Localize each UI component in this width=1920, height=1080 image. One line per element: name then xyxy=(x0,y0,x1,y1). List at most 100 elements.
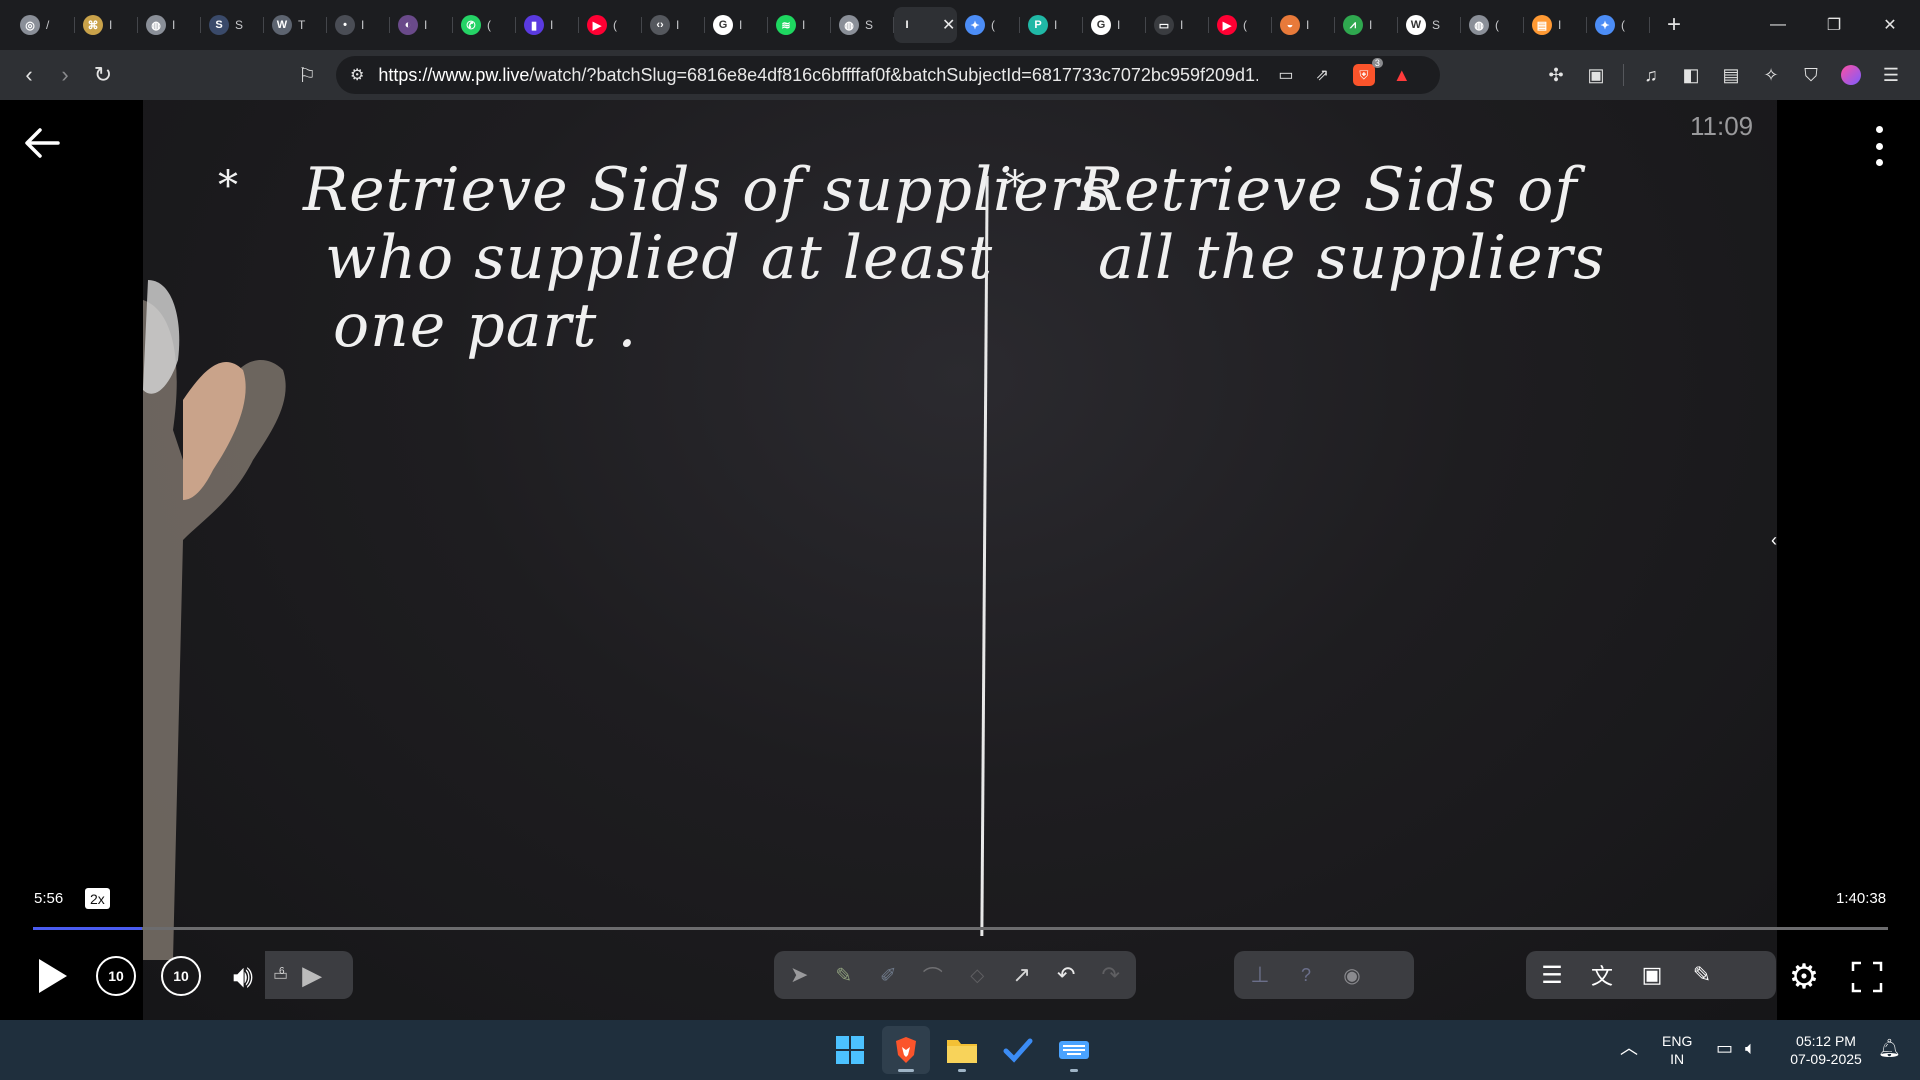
pen-tool-icon[interactable]: ✎ xyxy=(831,961,858,989)
media-controls-icon[interactable]: ♫ xyxy=(1632,56,1670,94)
close-window-button[interactable]: ✕ xyxy=(1862,0,1918,50)
browser-tab-title: I xyxy=(550,18,554,32)
browser-tab[interactable]: ⩘ I xyxy=(1335,7,1398,43)
browser-tab[interactable]: ✆( xyxy=(453,7,516,43)
browser-tab[interactable]: ◍( xyxy=(1461,7,1524,43)
reader-mode-icon[interactable]: ▣ xyxy=(1577,56,1615,94)
redo-icon[interactable]: ↷ xyxy=(1098,961,1125,989)
doubt-icon[interactable]: ? xyxy=(1292,961,1320,989)
forward-button[interactable]: › xyxy=(46,56,84,94)
pointer-tool-icon[interactable]: ➤ xyxy=(786,961,813,989)
shape-tool-icon[interactable]: ⌒ xyxy=(920,961,947,989)
browser-tab[interactable]: ◍ S xyxy=(831,7,894,43)
slide-controls: ▭ 6 ▶ xyxy=(265,951,353,999)
whatsapp-icon: ✆ xyxy=(461,15,481,35)
browser-tab[interactable]: • I xyxy=(327,7,390,43)
bookmark-icon[interactable]: ⚐ xyxy=(288,56,326,94)
undo-icon[interactable]: ↶ xyxy=(1053,961,1080,989)
speaker-icon[interactable]: 🔈︎ xyxy=(1745,1039,1756,1057)
fullscreen-icon[interactable] xyxy=(1851,961,1883,993)
browser-tab[interactable]: ✦( xyxy=(1587,7,1650,43)
video-player[interactable]: * Retrieve Sids of suppliers who supplie… xyxy=(0,100,1920,1020)
notifications-bell-icon[interactable]: 🔔︎ xyxy=(1878,1039,1901,1057)
browser-tab[interactable]: SS xyxy=(201,7,264,43)
file-explorer-icon[interactable] xyxy=(938,1026,986,1074)
browser-tab[interactable]: ▶( xyxy=(579,7,642,43)
browser-tab[interactable]: ≋ I xyxy=(768,7,831,43)
browser-tab-title: ( xyxy=(1495,18,1499,32)
browser-tab[interactable]: WT xyxy=(264,7,327,43)
volume-icon[interactable]: 🔊︎ xyxy=(221,955,265,999)
browser-tab[interactable]: ▤ I xyxy=(1524,7,1587,43)
tray-overflow-icon[interactable]: ︿ xyxy=(1620,1039,1638,1057)
sidebar-icon[interactable]: ◧ xyxy=(1672,56,1710,94)
poll-icon[interactable]: ⊥ xyxy=(1246,961,1274,989)
play-icon[interactable] xyxy=(36,956,70,996)
network-icon[interactable]: ▭ xyxy=(1716,1039,1733,1057)
brave-rewards-icon[interactable]: ▲ xyxy=(1393,65,1411,86)
skip-back-10-button[interactable]: 10 xyxy=(96,956,136,996)
browser-tab[interactable]: I ✕ xyxy=(894,7,957,43)
browser-tab[interactable]: GI xyxy=(1083,7,1146,43)
sql-icon: S xyxy=(209,15,229,35)
browser-tab[interactable]: ‹› I xyxy=(642,7,705,43)
brave-shield-icon[interactable]: ⛨ 3 xyxy=(1352,58,1383,86)
new-tab-button[interactable]: + xyxy=(1654,7,1694,43)
side-collapse-handle[interactable]: ‹ xyxy=(1771,530,1777,551)
browser-tab[interactable]: ⌘ I xyxy=(75,7,138,43)
translate-icon[interactable]: 文 xyxy=(1588,961,1616,989)
extensions-icon[interactable]: ✣ xyxy=(1537,56,1575,94)
more-options-icon[interactable] xyxy=(1866,126,1892,166)
globe-icon: ◍ xyxy=(839,15,859,35)
restore-button[interactable]: ❐ xyxy=(1806,0,1862,50)
share-icon[interactable]: ⇗ xyxy=(1315,65,1328,85)
clock[interactable]: 05:12 PM 07-09-2025 xyxy=(1786,1032,1866,1068)
wallet-icon[interactable]: ▤ xyxy=(1712,56,1750,94)
browser-tab-title: I xyxy=(802,18,806,32)
browser-tab[interactable]: ◒ I xyxy=(1272,7,1335,43)
browser-tab[interactable]: PI xyxy=(1020,7,1083,43)
browser-tab[interactable]: WS xyxy=(1398,7,1461,43)
eraser-icon[interactable]: ◇ xyxy=(964,961,991,989)
back-button[interactable]: ‹ xyxy=(10,56,48,94)
profile-avatar[interactable] xyxy=(1832,56,1870,94)
back-arrow-icon[interactable] xyxy=(22,123,62,163)
chat-icon[interactable]: ☰ xyxy=(1538,961,1566,989)
address-bar[interactable]: ⚙ https://www.pw.live/watch/?batchSlug=6… xyxy=(336,56,1440,94)
left-board-line-2: who supplied at least xyxy=(325,223,994,293)
browser-tab[interactable]: ◐ I xyxy=(390,7,453,43)
leo-ai-icon[interactable]: ✧ xyxy=(1752,56,1790,94)
slide-counter-icon[interactable]: ▭ 6 xyxy=(273,965,288,985)
keyboard-app-icon[interactable] xyxy=(1050,1026,1098,1074)
brave-browser-taskbar-icon[interactable] xyxy=(882,1026,930,1074)
close-tab-icon[interactable]: ✕ xyxy=(942,15,955,35)
playback-speed-badge[interactable]: 2x xyxy=(85,888,110,909)
browser-tab[interactable]: ✦( xyxy=(957,7,1020,43)
url-text[interactable]: https://www.pw.live/watch/?batchSlug=681… xyxy=(378,65,1258,86)
cast-icon[interactable]: ▭ xyxy=(1278,65,1293,85)
browser-tab[interactable]: GI xyxy=(705,7,768,43)
highlighter-icon[interactable]: ✐ xyxy=(875,961,902,989)
camera-icon[interactable]: ◉ xyxy=(1338,961,1366,989)
browser-tab[interactable]: ◍ I xyxy=(138,7,201,43)
reload-button[interactable]: ↻ xyxy=(84,56,122,94)
arrow-tool-icon[interactable]: ↗ xyxy=(1009,961,1036,989)
todo-app-icon[interactable] xyxy=(994,1026,1042,1074)
next-slide-icon[interactable]: ▶ xyxy=(302,960,322,991)
site-settings-icon[interactable]: ⚙ xyxy=(350,65,364,85)
browser-tab[interactable]: ▮ I xyxy=(516,7,579,43)
slides-view-icon[interactable]: ▣ xyxy=(1638,961,1666,989)
browser-tab[interactable]: ▭ I xyxy=(1146,7,1209,43)
browser-tab[interactable]: ◎ / xyxy=(12,7,75,43)
windows-start-icon[interactable] xyxy=(826,1026,874,1074)
minimize-button[interactable]: — xyxy=(1750,0,1806,50)
notes-icon[interactable]: ✎ xyxy=(1688,961,1716,989)
left-board-line-1: Retrieve Sids of suppliers xyxy=(303,155,1112,225)
seek-bar[interactable] xyxy=(33,927,1888,930)
skip-forward-10-button[interactable]: 10 xyxy=(161,956,201,996)
vpn-icon[interactable]: ⛉ xyxy=(1792,56,1830,94)
browser-tab[interactable]: ▶( xyxy=(1209,7,1272,43)
menu-icon[interactable]: ☰ xyxy=(1872,56,1910,94)
settings-gear-icon[interactable]: ⚙ xyxy=(1782,955,1826,999)
language-indicator[interactable]: ENG IN xyxy=(1662,1032,1692,1068)
